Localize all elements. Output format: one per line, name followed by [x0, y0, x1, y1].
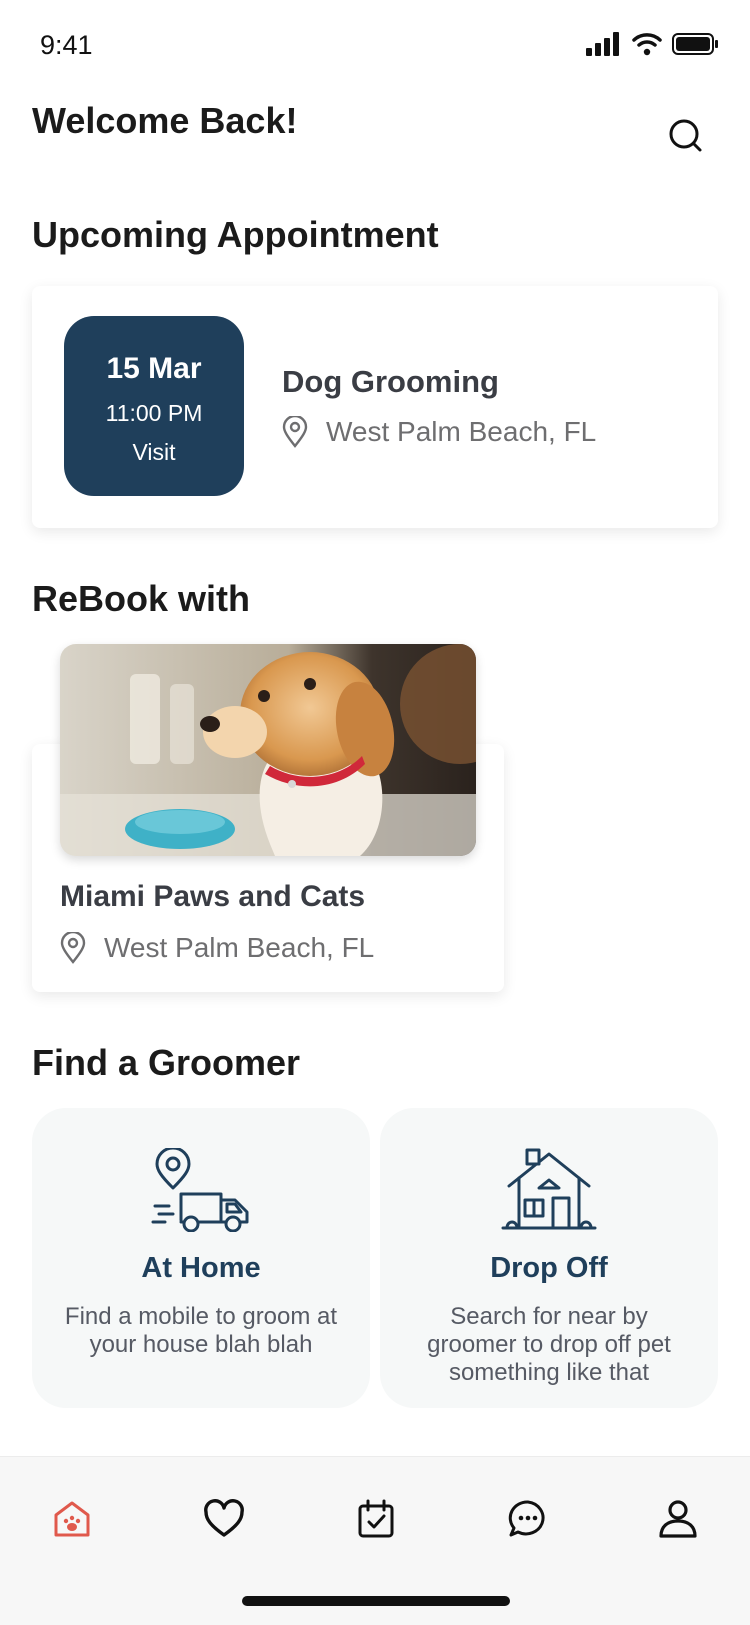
house-icon — [501, 1148, 597, 1230]
tab-calendar-icon[interactable] — [354, 1497, 398, 1541]
at-home-description: Find a mobile to groom at your house bla… — [64, 1303, 338, 1358]
puppy-photo — [60, 644, 476, 856]
appointment-date: 15 Mar — [106, 352, 202, 385]
location-pin-icon — [60, 932, 86, 964]
tab-profile-icon[interactable] — [656, 1497, 700, 1541]
find-section-title: Find a Groomer — [32, 1042, 301, 1083]
appointment-service: Dog Grooming — [282, 364, 499, 399]
home-indicator — [242, 1596, 510, 1606]
rebook-location-text: West Palm Beach, FL — [104, 932, 375, 963]
wifi-icon — [632, 33, 662, 56]
rebook-location: West Palm Beach, FL — [60, 932, 374, 964]
at-home-title: At Home — [141, 1252, 261, 1284]
search-icon[interactable] — [666, 116, 706, 156]
tab-favorites-icon[interactable] — [202, 1497, 246, 1541]
battery-icon — [672, 33, 718, 55]
appointment-time: 11:00 PM — [105, 400, 203, 426]
status-icons — [586, 32, 718, 56]
status-time: 9:41 — [40, 30, 93, 60]
drop-off-description: Search for near by groomer to drop off p… — [427, 1303, 671, 1386]
appointment-date-badge: 15 Mar 11:00 PM Visit — [64, 316, 244, 496]
page-title: Welcome Back! — [32, 100, 298, 141]
appointment-card[interactable]: 15 Mar 11:00 PM Visit Dog Grooming West … — [32, 286, 718, 528]
tab-messages-icon[interactable] — [506, 1497, 550, 1541]
upcoming-section-title: Upcoming Appointment — [32, 214, 439, 255]
tab-home-icon[interactable] — [50, 1497, 94, 1541]
drop-off-option[interactable]: Drop Off Search for near by groomer to d… — [380, 1108, 718, 1408]
drop-off-title: Drop Off — [490, 1252, 608, 1284]
rebook-section-title: ReBook with — [32, 578, 251, 619]
mobile-van-icon — [151, 1148, 249, 1232]
appointment-location: West Palm Beach, FL — [282, 416, 596, 448]
appointment-location-text: West Palm Beach, FL — [326, 416, 597, 447]
rebook-groomer-name: Miami Paws and Cats — [60, 880, 366, 913]
appointment-type: Visit — [132, 439, 176, 465]
signal-icon — [586, 32, 619, 56]
at-home-option[interactable]: At Home Find a mobile to groom at your h… — [32, 1108, 370, 1408]
location-pin-icon — [282, 416, 308, 448]
